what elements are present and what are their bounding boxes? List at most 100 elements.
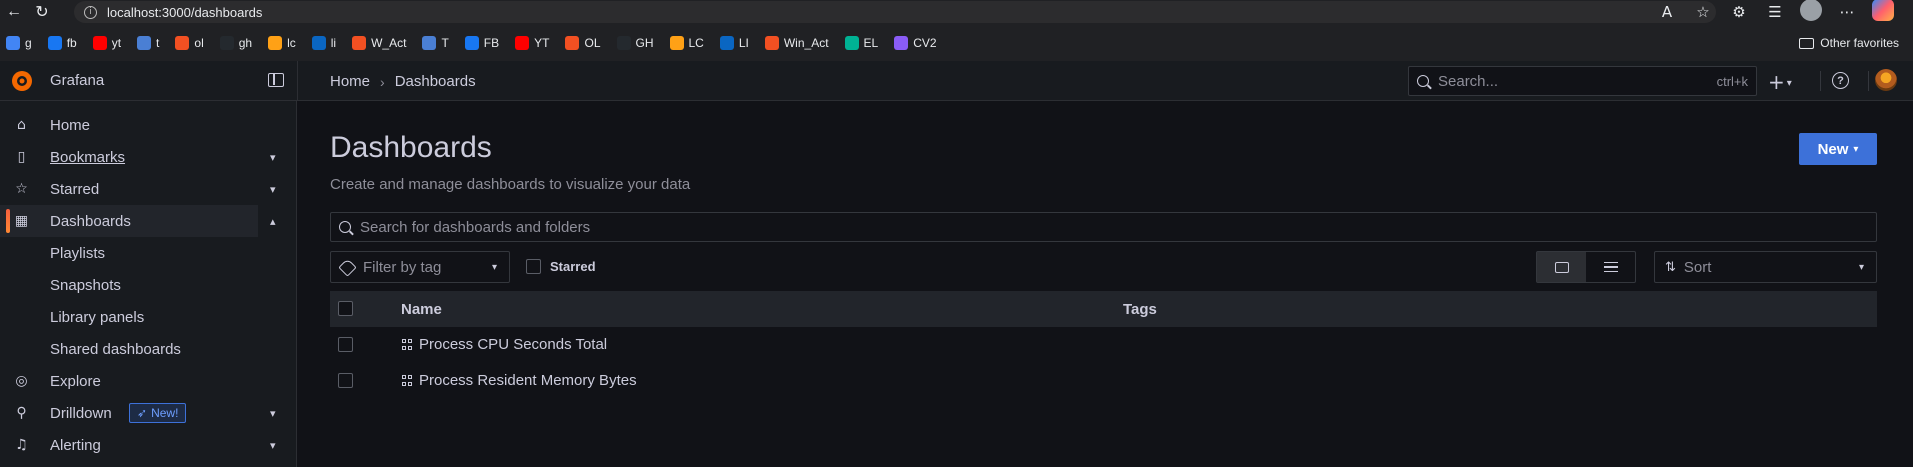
bookmark-item[interactable]: t [137, 36, 159, 50]
bookmark-item[interactable]: Win_Act [764, 36, 829, 50]
sidebar-item-home[interactable]: ⌂ Home [0, 109, 297, 141]
dashboard-search-placeholder: Search for dashboards and folders [360, 218, 591, 236]
bookmark-favicon-icon [894, 36, 909, 50]
sidebar-item-library-panels[interactable]: Library panels [0, 301, 297, 333]
more-icon[interactable]: ⋯ [1829, 3, 1865, 21]
bookmark-item[interactable]: FB [464, 36, 500, 50]
bookmark-item[interactable]: GH [616, 36, 654, 50]
tag-filter-placeholder: Filter by tag [363, 258, 442, 276]
bookmark-item[interactable]: ol [175, 36, 204, 50]
sidebar-item-drilldown[interactable]: ⚲ Drilldown ➶ New! ▾ [0, 397, 297, 429]
sort-placeholder: Sort [1683, 258, 1712, 276]
url-text: localhost:3000/dashboards [107, 4, 263, 20]
user-avatar[interactable] [1875, 69, 1897, 91]
sort-select[interactable]: ⇅ Sort ▾ [1654, 251, 1877, 283]
list-view-button[interactable] [1586, 252, 1635, 282]
bookmark-item[interactable]: EL [844, 36, 878, 50]
bookmark-label: LI [738, 36, 749, 50]
sidebar-item-bookmarks[interactable]: ▯ Bookmarks ▾ [0, 141, 297, 173]
chevron-up-icon[interactable]: ▴ [270, 215, 276, 228]
bookmark-item[interactable]: gh [219, 36, 253, 50]
back-icon[interactable]: ← [0, 0, 28, 24]
app-name: Grafana [50, 72, 105, 89]
column-header-name: Name [401, 301, 442, 318]
grafana-logo-icon[interactable] [10, 69, 34, 93]
read-aloud-icon[interactable]: A [1649, 3, 1685, 21]
row-checkbox[interactable] [338, 337, 353, 352]
bookmark-label: gh [238, 36, 253, 50]
bookmark-item[interactable]: fb [47, 36, 77, 50]
bookmark-label: FB [483, 36, 500, 50]
sidebar-item-label: Drilldown [50, 404, 112, 422]
bookmark-item[interactable]: OL [565, 36, 601, 50]
chevron-down-icon[interactable]: ▾ [270, 439, 276, 452]
chevron-down-icon[interactable]: ▾ [270, 151, 276, 164]
extensions-icon[interactable]: ⚙ [1721, 3, 1757, 21]
folder-icon [1554, 261, 1569, 273]
bookmark-favicon-icon [175, 36, 190, 50]
bookmark-item[interactable]: CV2 [894, 36, 937, 50]
drilldown-icon: ⚲ [16, 405, 27, 421]
bookmark-favicon-icon [565, 36, 580, 50]
dock-menu-icon[interactable] [268, 73, 284, 87]
table-row[interactable]: Process Resident Memory Bytes [330, 363, 1877, 399]
bookmark-favicon-icon [6, 36, 20, 50]
top-search-input[interactable]: Search... ctrl+k [1408, 66, 1757, 96]
other-favorites[interactable]: Other favorites [1799, 32, 1899, 54]
refresh-icon[interactable]: ↻ [28, 0, 56, 24]
bookmark-item[interactable]: li [311, 36, 336, 50]
sidebar-item-dashboards[interactable]: ▦ Dashboards [0, 205, 258, 237]
starred-filter[interactable]: Starred [526, 259, 596, 274]
sidebar-item-explore[interactable]: ◎ Explore [0, 365, 297, 397]
main-content: Dashboards Create and manage dashboards … [298, 101, 1913, 467]
sidebar-item-alerting[interactable]: ♫ Alerting ▾ [0, 429, 297, 461]
column-header-tags: Tags [1123, 301, 1157, 318]
bookmark-label: t [156, 36, 160, 50]
sidebar-item-starred[interactable]: ☆ Starred ▾ [0, 173, 297, 205]
bookmark-favicon-icon [515, 36, 530, 50]
table-row[interactable]: Process CPU Seconds Total [330, 327, 1877, 363]
select-all-checkbox[interactable] [338, 301, 353, 316]
chevron-down-icon[interactable]: ▾ [270, 407, 276, 420]
info-icon[interactable]: i [84, 5, 97, 19]
starred-checkbox[interactable] [526, 259, 541, 274]
tag-filter-select[interactable]: Filter by tag ▾ [330, 251, 510, 283]
search-icon [339, 221, 351, 233]
url-field[interactable]: i localhost:3000/dashboards [74, 1, 1716, 23]
sidebar-item-snapshots[interactable]: Snapshots [0, 269, 297, 301]
favorites-icon[interactable]: ☰ [1757, 3, 1793, 21]
bookmark-label: ol [194, 36, 204, 50]
add-new-button[interactable]: + ▾ [1768, 70, 1792, 94]
chevron-down-icon[interactable]: ▾ [270, 183, 276, 196]
dashboard-link[interactable]: Process Resident Memory Bytes [419, 372, 637, 389]
bookmark-item[interactable]: YT [515, 36, 549, 50]
bookmark-item[interactable]: g [6, 36, 32, 50]
bookmark-item[interactable]: LI [719, 36, 749, 50]
sidebar-item-shared-dashboards[interactable]: Shared dashboards [0, 333, 297, 365]
sidebar-item-playlists[interactable]: Playlists [0, 237, 297, 269]
folder-view-button[interactable] [1537, 252, 1586, 282]
dashboard-link[interactable]: Process CPU Seconds Total [419, 336, 607, 353]
sidebar-item-label: Dashboards [50, 212, 131, 230]
bookmark-label: lc [287, 36, 296, 50]
bookmark-favicon-icon [669, 36, 684, 50]
bookmark-item[interactable]: W_Act [352, 36, 406, 50]
bookmark-item[interactable]: T [422, 36, 449, 50]
bookmark-favicon-icon [352, 36, 367, 50]
bookmarks-bar: g fb yt t ol gh lc li W_Act T FB YT OL GH LC LI Win_Act E… [0, 32, 1913, 54]
other-favorites-label: Other favorites [1820, 36, 1899, 50]
help-icon[interactable]: ? [1832, 72, 1849, 89]
dashboard-search-input[interactable]: Search for dashboards and folders [330, 212, 1877, 242]
profile-icon[interactable] [1793, 0, 1829, 25]
bookmark-item[interactable]: LC [669, 36, 704, 50]
favorite-star-icon[interactable]: ☆ [1685, 3, 1721, 21]
bookmark-label: LC [688, 36, 704, 50]
bookmark-item[interactable]: lc [268, 36, 296, 50]
breadcrumb-home[interactable]: Home [330, 73, 370, 90]
dashboard-icon [402, 339, 413, 350]
bookmark-favicon-icon [219, 36, 234, 50]
copilot-icon[interactable] [1865, 0, 1901, 25]
bookmark-item[interactable]: yt [92, 36, 121, 50]
new-button[interactable]: New ▾ [1799, 133, 1877, 165]
row-checkbox[interactable] [338, 373, 353, 388]
